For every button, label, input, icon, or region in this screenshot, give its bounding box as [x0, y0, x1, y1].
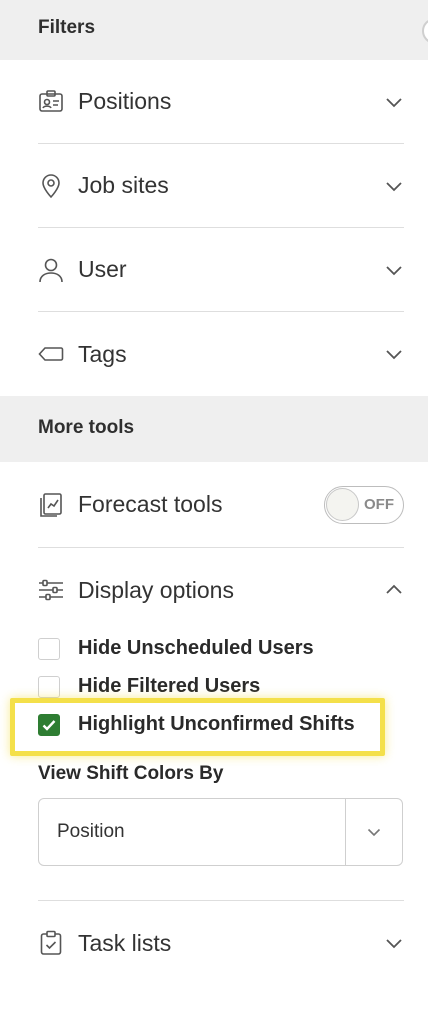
checkbox-label: Highlight Unconfirmed Shifts: [78, 713, 355, 735]
filters-title: Filters: [38, 17, 96, 38]
color-by-label: View Shift Colors By: [38, 763, 224, 784]
dropdown-button[interactable]: [345, 799, 402, 865]
checkbox-checked[interactable]: [38, 713, 60, 736]
chevron-down-icon: [384, 344, 404, 364]
filter-user[interactable]: User: [38, 228, 404, 312]
filter-label: Positions: [78, 88, 172, 114]
forecast-tools-toggle[interactable]: OFF: [324, 485, 404, 524]
sliders-icon: [38, 577, 64, 603]
id-badge-icon: [38, 89, 64, 115]
chevron-down-icon: [384, 260, 404, 280]
clipboard-check-icon: [38, 930, 64, 956]
forecast-tools-row: Forecast tools OFF: [38, 462, 404, 548]
display-options-row[interactable]: Display options: [38, 548, 404, 632]
checkbox[interactable]: [38, 675, 60, 698]
filters-header: Filters: [0, 0, 428, 60]
display-options-label: Display options: [78, 576, 234, 603]
checkbox-highlight-unconfirmed[interactable]: Highlight Unconfirmed Shifts: [38, 713, 355, 736]
color-by-value: Position: [57, 821, 125, 842]
checkbox-label: Hide Filtered Users: [78, 675, 261, 697]
toggle-state-text: OFF: [364, 495, 394, 513]
chevron-up-icon: [384, 580, 404, 600]
map-pin-icon: [38, 173, 64, 199]
checkbox[interactable]: [38, 637, 60, 660]
chevron-down-icon: [367, 828, 381, 836]
filter-label: Tags: [78, 340, 127, 367]
forecast-tools-label: Forecast tools: [78, 491, 223, 517]
chevron-down-icon: [384, 176, 404, 196]
user-icon: [38, 257, 64, 283]
checkbox-hide-unscheduled[interactable]: Hide Unscheduled Users: [38, 637, 314, 660]
forecast-report-icon: [38, 492, 64, 518]
color-by-select[interactable]: Position: [38, 798, 403, 866]
checkbox-hide-filtered[interactable]: Hide Filtered Users: [38, 675, 260, 698]
chevron-down-icon: [384, 92, 404, 112]
filter-tags[interactable]: Tags: [38, 312, 404, 396]
task-lists-row[interactable]: Task lists: [38, 901, 404, 985]
filter-label: User: [78, 256, 127, 282]
filter-job-sites[interactable]: Job sites: [38, 144, 404, 228]
more-tools-header: More tools: [0, 396, 428, 462]
checkbox-label: Hide Unscheduled Users: [78, 637, 314, 659]
tag-icon: [38, 341, 64, 367]
check-icon: [42, 719, 56, 731]
toggle-knob: [326, 487, 359, 521]
more-tools-title: More tools: [38, 417, 135, 438]
filter-positions[interactable]: Positions: [38, 60, 404, 144]
task-lists-label: Task lists: [78, 929, 172, 956]
filter-label: Job sites: [78, 172, 169, 198]
chevron-down-icon: [384, 933, 404, 953]
